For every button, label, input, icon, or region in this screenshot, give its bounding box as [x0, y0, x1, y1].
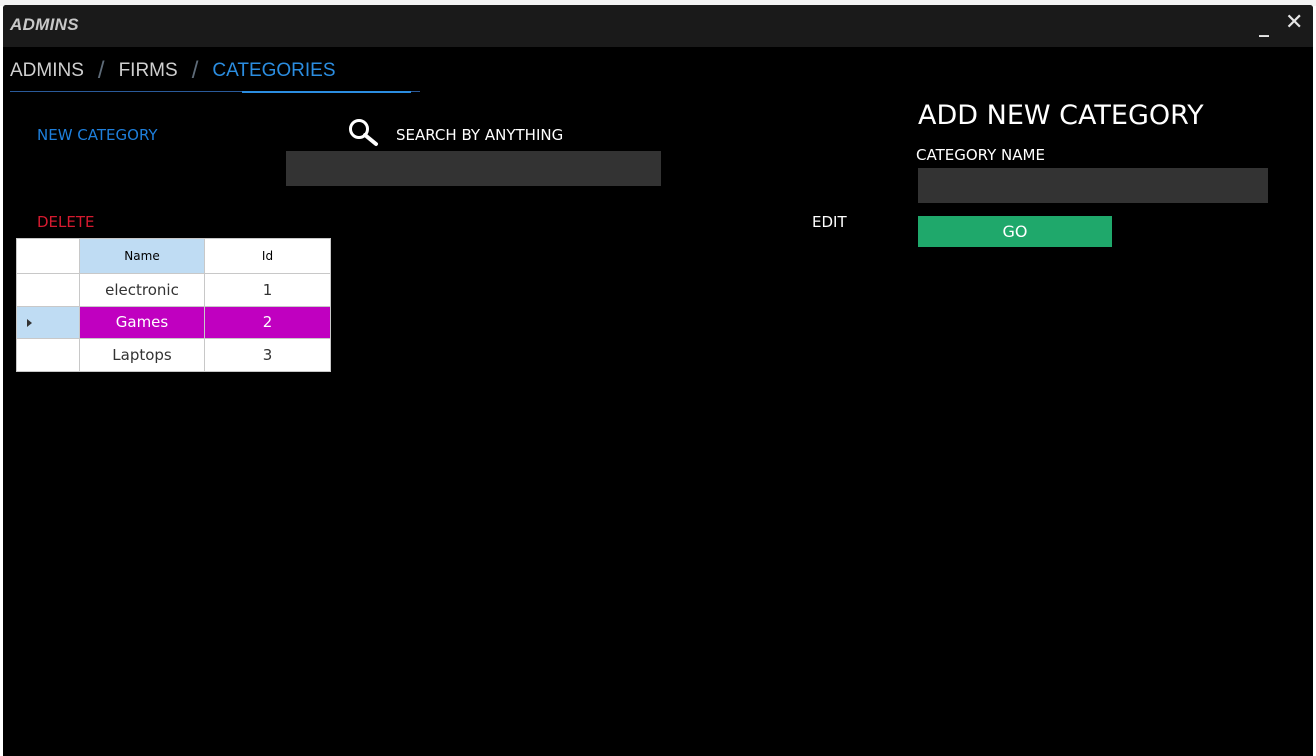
cell-id[interactable]: 2	[204, 305, 331, 340]
row-header[interactable]	[16, 338, 80, 372]
cell-id[interactable]: 3	[204, 338, 331, 372]
delete-link[interactable]: DELETE	[37, 213, 95, 231]
search-label: SEARCH BY ANYTHING	[396, 126, 564, 144]
admins-window: ADMINS _ ✕ ADMINS / FIRMS / CATEGORIES N…	[3, 5, 1313, 756]
table-row[interactable]: Laptops 3	[16, 338, 331, 372]
tab-admins[interactable]: ADMINS	[10, 60, 84, 88]
cell-name[interactable]: electronic	[79, 272, 205, 307]
column-header-name[interactable]: Name	[79, 238, 205, 274]
cell-id[interactable]: 1	[204, 272, 331, 307]
row-header-corner	[16, 238, 80, 274]
tab-separator: /	[191, 57, 199, 84]
search-input[interactable]	[286, 151, 661, 186]
column-header-id[interactable]: Id	[204, 238, 331, 274]
cell-name[interactable]: Laptops	[79, 338, 205, 372]
go-button[interactable]: GO	[918, 216, 1112, 247]
row-header[interactable]	[16, 305, 80, 340]
close-button[interactable]: ✕	[1285, 10, 1303, 35]
grid-header-row: Name Id	[16, 238, 331, 274]
title-bar: ADMINS _ ✕	[3, 5, 1313, 47]
active-tab-indicator	[242, 91, 411, 93]
tab-separator: /	[97, 57, 105, 84]
categories-grid[interactable]: Name Id electronic 1 Games 2 Laptops 3	[16, 238, 331, 372]
edit-link[interactable]: EDIT	[812, 213, 847, 231]
window-title: ADMINS	[10, 15, 79, 34]
new-category-link[interactable]: NEW CATEGORY	[37, 126, 158, 144]
minimize-button[interactable]: _	[1259, 13, 1269, 37]
current-row-arrow-icon	[26, 319, 32, 328]
search-icon	[349, 119, 378, 146]
tab-categories[interactable]: CATEGORIES	[212, 60, 335, 88]
category-name-label: CATEGORY NAME	[916, 146, 1045, 164]
row-header[interactable]	[16, 272, 80, 307]
add-category-title: ADD NEW CATEGORY	[918, 100, 1204, 131]
tab-bar: ADMINS / FIRMS / CATEGORIES	[10, 57, 420, 92]
tab-firms[interactable]: FIRMS	[119, 60, 178, 88]
table-row[interactable]: electronic 1	[16, 272, 331, 307]
cell-name[interactable]: Games	[79, 305, 205, 340]
table-row-selected[interactable]: Games 2	[16, 305, 331, 340]
category-name-input[interactable]	[918, 168, 1268, 203]
